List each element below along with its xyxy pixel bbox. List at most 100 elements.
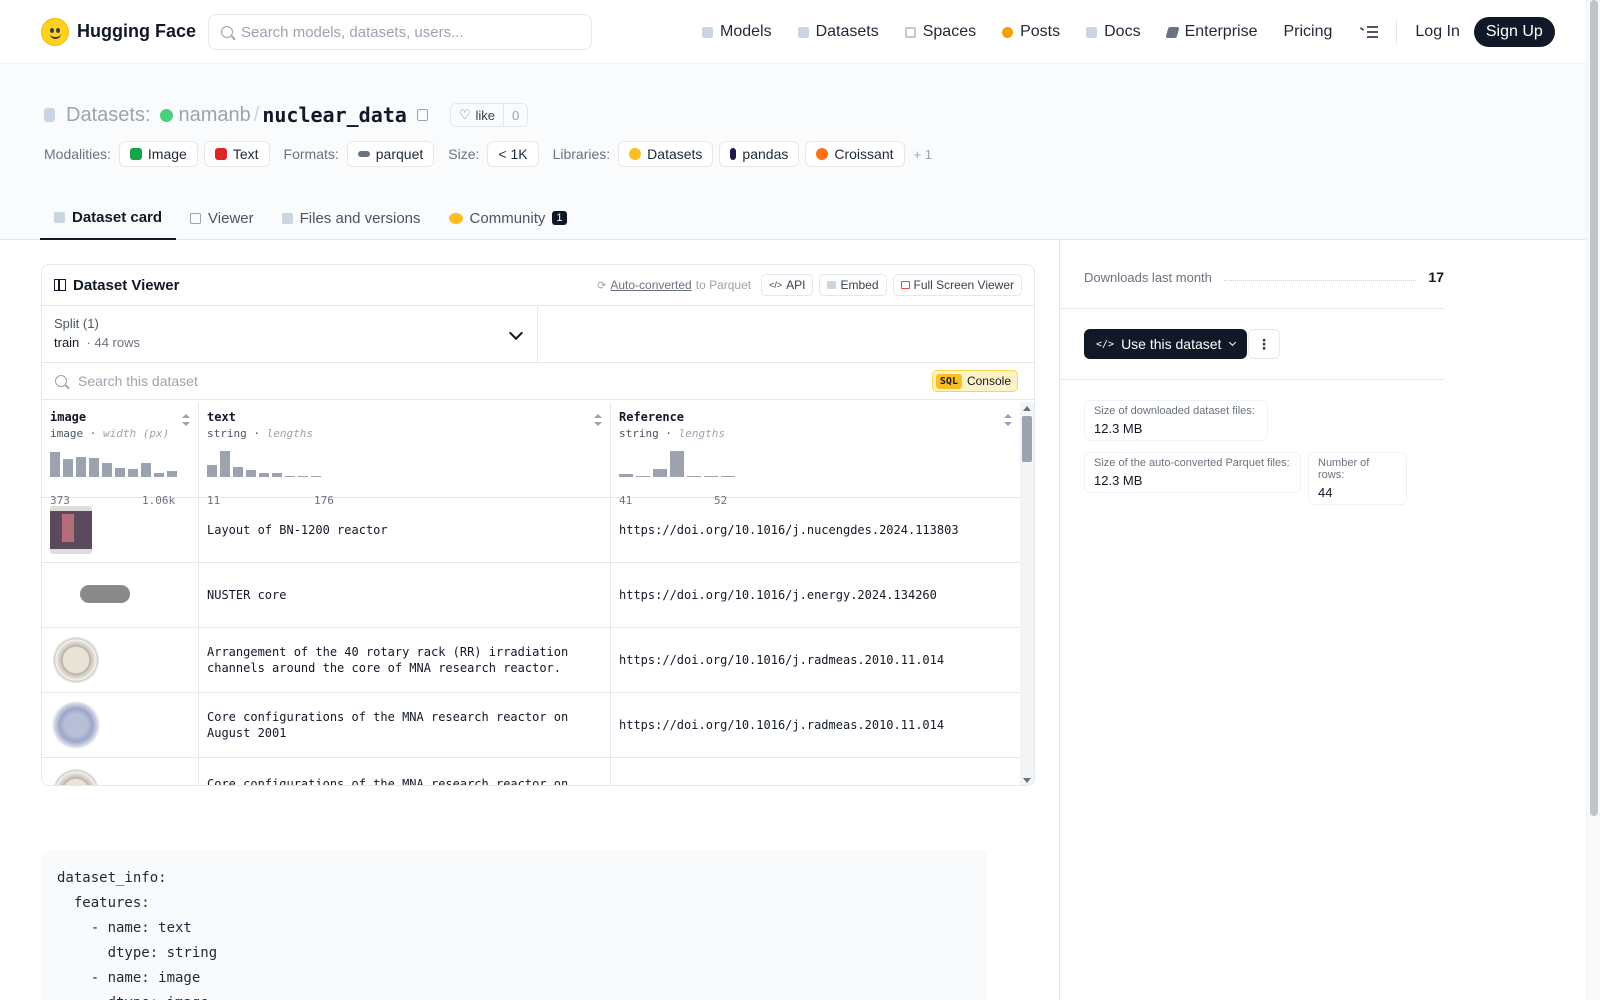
reactor-thumbnail[interactable] (50, 634, 102, 686)
fullscreen-button[interactable]: Full Screen Viewer (892, 274, 1022, 296)
tab-files[interactable]: Files and versions (268, 196, 435, 240)
dataset-search-input[interactable]: Search this dataset SQL Console (42, 363, 1034, 400)
image-cell[interactable] (42, 758, 199, 785)
sort-icon[interactable] (1004, 414, 1012, 426)
histogram-bar[interactable] (89, 458, 99, 477)
brand-logo[interactable]: Hugging Face (41, 17, 196, 46)
histogram-bar[interactable] (63, 459, 73, 477)
histogram-bar[interactable] (115, 468, 125, 477)
split-selector[interactable]: Split (1) train · 44 rows (42, 306, 538, 362)
nav-docs[interactable]: Docs (1086, 23, 1141, 41)
tab-viewer[interactable]: Viewer (176, 196, 268, 240)
histogram-bar[interactable] (272, 473, 282, 477)
login-link[interactable]: Log In (1415, 23, 1459, 41)
histogram-bar[interactable] (653, 469, 667, 477)
sql-console-button[interactable]: SQL Console (931, 370, 1018, 392)
table-row[interactable]: Layout of BN-1200 reactor https://doi.or… (42, 498, 1020, 563)
histogram-bar[interactable] (721, 476, 735, 477)
histogram-bar[interactable] (285, 476, 295, 477)
table-row[interactable]: Arrangement of the 40 rotary rack (RR) i… (42, 628, 1020, 693)
repo-owner[interactable]: namanb (178, 104, 250, 127)
histogram-bar[interactable] (207, 465, 217, 477)
tag-pandas[interactable]: pandas (719, 141, 800, 167)
more-options-button[interactable]: ⋮ (1248, 329, 1280, 359)
nav-models[interactable]: Models (702, 23, 772, 41)
histogram-bar[interactable] (154, 473, 164, 477)
reactor-thumbnail[interactable] (50, 506, 92, 554)
histogram-bar[interactable] (141, 463, 151, 477)
nav-posts[interactable]: Posts (1002, 23, 1060, 41)
scroll-down-icon[interactable] (1023, 778, 1031, 783)
nav-datasets[interactable]: Datasets (797, 23, 879, 41)
column-header-reference[interactable]: Reference string · lengths 41 52 (611, 402, 1020, 507)
table-row[interactable]: Core configurations of the MNA research … (42, 758, 1020, 785)
column-header-text[interactable]: text string · lengths 11 176 (199, 402, 611, 507)
reference-cell[interactable]: https://doi.org/10.1016/j.nucengdes.2024… (611, 498, 1020, 562)
table-row[interactable]: NUSTER core https://doi.org/10.1016/j.en… (42, 563, 1020, 628)
histogram-bar[interactable] (233, 467, 243, 477)
histogram-bar[interactable] (128, 469, 138, 477)
nav-pricing[interactable]: Pricing (1283, 23, 1332, 41)
histogram-bar[interactable] (619, 474, 633, 477)
reactor-thumbnail[interactable] (50, 573, 160, 617)
sort-icon[interactable] (182, 414, 190, 426)
text-cell[interactable]: Core configurations of the MNA research … (199, 758, 611, 785)
text-cell[interactable]: Layout of BN-1200 reactor (199, 498, 611, 562)
tag-parquet[interactable]: parquet (346, 141, 435, 167)
image-cell[interactable] (42, 628, 199, 692)
repo-name[interactable]: nuclear_data (262, 103, 407, 127)
reactor-thumbnail[interactable] (50, 699, 102, 751)
copy-icon[interactable] (416, 109, 428, 121)
scrollbar-thumb[interactable] (1022, 416, 1032, 462)
table-scrollbar[interactable] (1020, 402, 1034, 785)
histogram-bar[interactable] (636, 476, 650, 477)
column-header-image[interactable]: image image · width (px) 373 1.06k (42, 402, 199, 507)
histogram-bar[interactable] (704, 476, 718, 477)
histogram-bar[interactable] (311, 476, 321, 477)
image-cell[interactable] (42, 498, 199, 562)
tag-text[interactable]: Text (203, 141, 270, 167)
signup-button[interactable]: Sign Up (1473, 17, 1555, 47)
nav-enterprise[interactable]: Enterprise (1165, 23, 1257, 41)
image-cell[interactable] (42, 563, 199, 627)
embed-button[interactable]: Embed (819, 274, 887, 296)
text-cell[interactable]: Arrangement of the 40 rotary rack (RR) i… (199, 628, 611, 692)
histogram-bar[interactable] (50, 452, 60, 477)
text-cell[interactable]: NUSTER core (199, 563, 611, 627)
image-cell[interactable] (42, 693, 199, 757)
repo-type-label[interactable]: Datasets: (66, 104, 150, 127)
histogram-bar[interactable] (102, 463, 112, 477)
nav-spaces[interactable]: Spaces (904, 23, 976, 41)
like-button[interactable]: ♡ like (451, 104, 504, 126)
table-row[interactable]: Core configurations of the MNA research … (42, 693, 1020, 758)
scroll-up-icon[interactable] (1023, 406, 1031, 411)
histogram-bar[interactable] (167, 471, 177, 477)
histogram-bar[interactable] (220, 451, 230, 477)
tag-datasets[interactable]: Datasets (618, 141, 714, 167)
reference-cell[interactable]: https://doi.org/10.1016/j.radmeas.2010.1… (611, 693, 1020, 757)
more-tags[interactable]: + 1 (914, 147, 932, 162)
more-menu-icon[interactable] (1360, 26, 1379, 38)
use-dataset-button[interactable]: </> Use this dataset (1084, 329, 1248, 359)
tag-croissant[interactable]: Croissant (805, 141, 905, 167)
histogram-bar[interactable] (246, 470, 256, 477)
tag-image[interactable]: Image (118, 141, 198, 167)
like-count[interactable]: 0 (504, 108, 527, 123)
reactor-thumbnail[interactable] (50, 766, 102, 785)
histogram-bar[interactable] (76, 457, 86, 477)
histogram-bar[interactable] (670, 451, 684, 477)
histogram-bar[interactable] (259, 473, 269, 477)
histogram-bar[interactable] (298, 476, 308, 477)
tab-dataset-card[interactable]: Dataset card (40, 196, 177, 240)
api-button[interactable]: </> API (761, 274, 814, 296)
page-scrollbar[interactable] (1586, 0, 1600, 1000)
tag-size[interactable]: < 1K (487, 141, 539, 167)
tab-community[interactable]: Community 1 (435, 196, 581, 240)
auto-converted-link[interactable]: Auto-converted (610, 278, 691, 292)
histogram-bar[interactable] (687, 476, 701, 477)
global-search-input[interactable]: Search models, datasets, users... (208, 14, 592, 50)
sort-icon[interactable] (594, 414, 602, 426)
reference-cell[interactable]: https://doi.org/10.1016/j.radmeas.2010.1… (611, 628, 1020, 692)
text-cell[interactable]: Core configurations of the MNA research … (199, 693, 611, 757)
page-scrollbar-thumb[interactable] (1590, 0, 1598, 816)
